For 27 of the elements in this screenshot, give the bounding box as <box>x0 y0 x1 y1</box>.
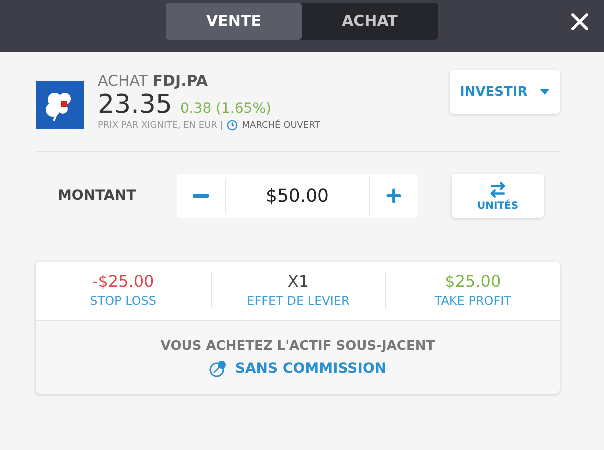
minus-icon <box>193 194 209 198</box>
percent-badge-icon <box>209 360 228 378</box>
footer-text: VOUS ACHETEZ L'ACTIF SOUS-JACENT <box>160 339 436 354</box>
stat-link[interactable]: EFFET DE LEVIER <box>247 294 350 308</box>
stat-link[interactable]: TAKE PROFIT <box>434 294 512 308</box>
tab[interactable]: VENTE <box>166 2 302 40</box>
price-source: PRIX PAR XIGNITE, EN EUR | <box>98 120 224 130</box>
caret-icon <box>540 89 550 95</box>
stat-value: X1 <box>288 272 310 291</box>
minus-button[interactable] <box>177 174 225 218</box>
instrument-title: ACHAT FDJ.PA <box>98 72 209 90</box>
amount-field[interactable]: $50.00 <box>225 174 370 218</box>
clover-logo-icon <box>36 81 84 129</box>
invest-button[interactable]: INVESTIR <box>450 70 560 114</box>
price: 23.35 <box>98 90 172 120</box>
commission-text: SANS COMMISSION <box>235 361 387 377</box>
price-change: 0.38 (1.65%) <box>180 101 272 117</box>
units-button[interactable]: UNITÉS <box>452 174 544 218</box>
plus-icon <box>384 186 404 206</box>
stat-value: $25.00 <box>445 272 502 291</box>
clock-icon <box>227 120 238 131</box>
amount-label: MONTANT <box>57 188 138 204</box>
stat-value: -$25.00 <box>92 272 154 291</box>
swap-arrows-icon <box>489 180 507 198</box>
market-status: MARCHÉ OUVERT <box>242 120 320 130</box>
stat-link[interactable]: STOP LOSS <box>90 294 157 308</box>
plus-button[interactable] <box>370 174 418 218</box>
